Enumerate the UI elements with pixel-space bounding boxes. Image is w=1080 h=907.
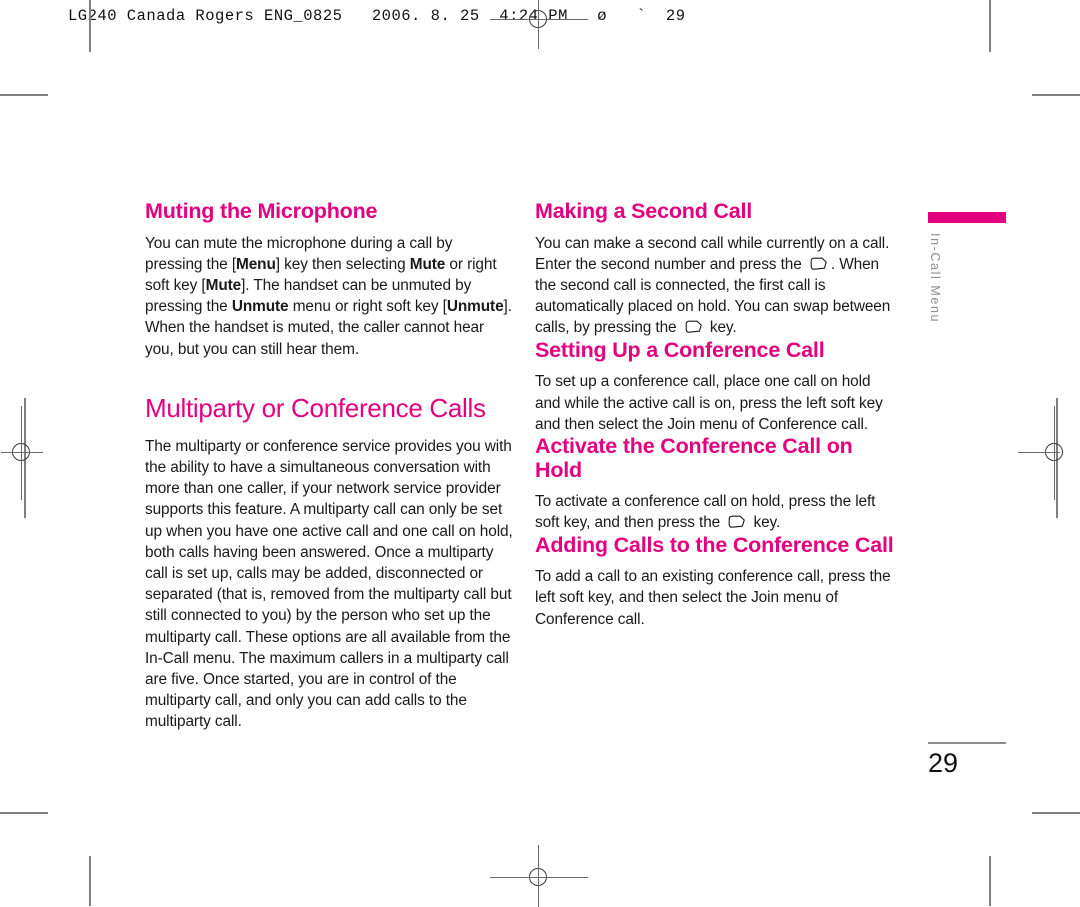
manual-page: Muting the Microphone You can mute the m…	[0, 0, 1080, 906]
paragraph-adding-calls-to-the-conference-call: To add a call to an existing conference …	[535, 568, 891, 628]
send-key-icon	[727, 515, 746, 529]
text-run: menu or right soft key [	[288, 298, 447, 316]
text-run: ] key then selecting	[275, 255, 410, 273]
inline-key-mute-bracket: Mute	[205, 277, 242, 295]
send-key-icon	[684, 320, 703, 334]
right-column: Making a Second Call You can make a seco…	[535, 199, 895, 630]
thumb-tab-accent-bar	[928, 212, 1006, 223]
paragraph-making-a-second-call: You can make a second call while current…	[535, 233, 895, 339]
heading-muting-the-microphone: Muting the Microphone	[145, 199, 378, 223]
paragraph-multiparty-or-conference-calls: The multiparty or conference service pro…	[145, 437, 513, 731]
send-key-icon	[809, 257, 828, 271]
paragraph-muting-the-microphone: You can mute the microphone during a cal…	[145, 233, 513, 360]
paragraph-activate-the-conference-call-on-hold: To activate a conference call on hold, p…	[535, 491, 895, 533]
inline-key-mute: Mute	[409, 255, 446, 273]
heading-making-a-second-call: Making a Second Call	[535, 199, 753, 223]
page-number: 29	[928, 748, 959, 778]
inline-key-unmute-bracket: Unmute	[446, 298, 504, 316]
text-run: key.	[749, 514, 781, 532]
paragraph-setting-up-a-conference-call: To set up a conference call, place one c…	[535, 373, 883, 433]
heading-adding-calls-to-the-conference-call: Adding Calls to the Conference Call	[535, 532, 894, 557]
heading-multiparty-or-conference-calls: Multiparty or Conference Calls	[145, 392, 486, 423]
heading-setting-up-a-conference-call: Setting Up a Conference Call	[535, 337, 825, 362]
thumb-tab-label: In-Call Menu	[928, 233, 942, 324]
folio-rule	[928, 742, 1006, 744]
inline-key-unmute: Unmute	[231, 298, 289, 316]
left-column: Muting the Microphone You can mute the m…	[145, 199, 513, 733]
section-thumb-tab: In-Call Menu	[928, 212, 1006, 343]
text-run: To activate a conference call on hold, p…	[535, 493, 876, 532]
heading-activate-the-conference-call-on-hold: Activate the Conference Call on Hold	[535, 433, 853, 482]
text-run: key.	[705, 319, 737, 337]
inline-key-menu: Menu	[236, 255, 276, 273]
